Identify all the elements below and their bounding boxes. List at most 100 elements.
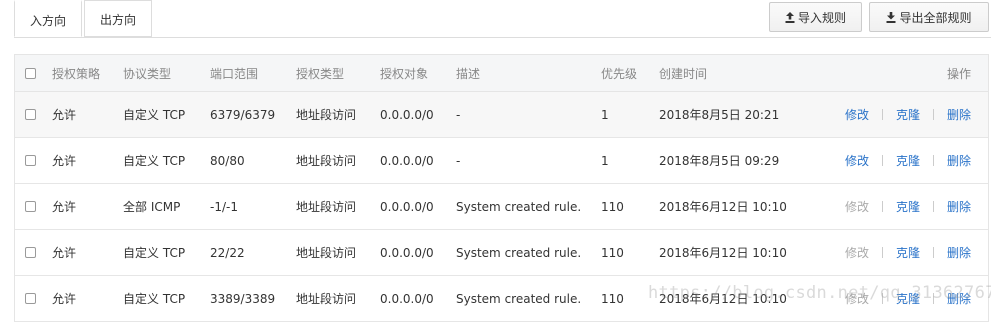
cell-policy: 允许 <box>52 292 77 306</box>
table-row: 允许 自定义 TCP 3389/3389 地址段访问 0.0.0.0/0 Sys… <box>15 276 988 322</box>
row-select-cell <box>25 138 36 183</box>
delete-rule-link[interactable]: 删除 <box>947 106 971 123</box>
cell-created-time: 2018年6月12日 10:10 <box>659 246 787 260</box>
clone-rule-link[interactable]: 克隆 <box>896 106 920 123</box>
cell-protocol: 全部 ICMP <box>123 200 181 214</box>
row-actions: 修改 克隆 删除 <box>845 276 971 321</box>
cell-created-time: 2018年6月12日 10:10 <box>659 200 787 214</box>
table-header: 授权策略 协议类型 端口范围 授权类型 授权对象 描述 优先级 创建时间 操作 <box>15 55 988 92</box>
cell-description: System created rule. <box>456 199 582 214</box>
cell-protocol: 自定义 TCP <box>123 108 186 122</box>
action-divider <box>881 201 883 212</box>
cell-protocol: 自定义 TCP <box>123 292 186 306</box>
cell-policy: 允许 <box>52 154 77 168</box>
cell-auth-target: 0.0.0.0/0 <box>380 291 434 306</box>
cell-priority: 110 <box>601 199 624 214</box>
table-row: 允许 全部 ICMP -1/-1 地址段访问 0.0.0.0/0 System … <box>15 184 988 230</box>
cell-description: System created rule. <box>456 245 582 260</box>
header-protocol: 协议类型 <box>123 66 172 81</box>
import-rules-button[interactable]: 导入规则 <box>769 2 862 32</box>
cell-policy: 允许 <box>52 246 77 260</box>
cell-created-time: 2018年8月5日 09:29 <box>659 154 780 168</box>
cell-priority: 110 <box>601 245 624 260</box>
action-divider <box>932 247 934 258</box>
export-all-rules-button[interactable]: 导出全部规则 <box>869 2 989 32</box>
cell-auth-type: 地址段访问 <box>296 108 357 122</box>
cell-protocol: 自定义 TCP <box>123 154 186 168</box>
cell-port-range: -1/-1 <box>210 199 238 214</box>
cell-auth-type: 地址段访问 <box>296 154 357 168</box>
cell-description: - <box>456 153 461 168</box>
cell-port-range: 22/22 <box>210 245 245 260</box>
header-policy: 授权策略 <box>52 66 101 81</box>
row-select-cell <box>25 92 36 137</box>
import-rules-label: 导入规则 <box>797 10 846 25</box>
row-checkbox[interactable] <box>25 109 36 120</box>
cell-auth-target: 0.0.0.0/0 <box>380 153 434 168</box>
download-icon <box>886 11 896 23</box>
row-checkbox[interactable] <box>25 201 36 212</box>
delete-rule-link[interactable]: 删除 <box>947 290 971 307</box>
cell-auth-type: 地址段访问 <box>296 292 357 306</box>
action-divider <box>932 155 934 166</box>
row-actions: 修改 克隆 删除 <box>845 184 971 229</box>
select-all-cell <box>25 55 36 91</box>
cell-created-time: 2018年6月12日 10:10 <box>659 292 787 306</box>
header-created-time: 创建时间 <box>659 66 708 81</box>
cell-description: - <box>456 107 461 122</box>
cell-priority: 1 <box>601 107 609 122</box>
cell-auth-target: 0.0.0.0/0 <box>380 199 434 214</box>
action-divider <box>881 155 883 166</box>
edit-rule-link[interactable]: 修改 <box>845 152 869 169</box>
row-select-cell <box>25 184 36 229</box>
header-actions: 操作 <box>946 66 971 81</box>
action-divider <box>932 201 934 212</box>
row-checkbox[interactable] <box>25 247 36 258</box>
cell-port-range: 3389/3389 <box>210 291 276 306</box>
delete-rule-link[interactable]: 删除 <box>947 198 971 215</box>
table-row: 允许 自定义 TCP 22/22 地址段访问 0.0.0.0/0 System … <box>15 230 988 276</box>
cell-auth-type: 地址段访问 <box>296 200 357 214</box>
clone-rule-link[interactable]: 克隆 <box>896 244 920 261</box>
tab-inbound[interactable]: 入方向 <box>14 0 82 37</box>
header-auth-type: 授权类型 <box>296 66 345 81</box>
cell-policy: 允许 <box>52 200 77 214</box>
cell-auth-target: 0.0.0.0/0 <box>380 107 434 122</box>
export-all-rules-label: 导出全部规则 <box>899 10 972 25</box>
action-divider <box>881 247 883 258</box>
delete-rule-link[interactable]: 删除 <box>947 244 971 261</box>
cell-auth-target: 0.0.0.0/0 <box>380 245 434 260</box>
row-select-cell <box>25 276 36 321</box>
cell-auth-type: 地址段访问 <box>296 246 357 260</box>
delete-rule-link[interactable]: 删除 <box>947 152 971 169</box>
edit-rule-link: 修改 <box>844 246 869 260</box>
select-all-checkbox[interactable] <box>25 67 36 79</box>
row-checkbox[interactable] <box>25 293 36 304</box>
tab-underline <box>14 37 991 38</box>
cell-port-range: 80/80 <box>210 153 245 168</box>
tab-outbound[interactable]: 出方向 <box>84 0 152 37</box>
cell-policy: 允许 <box>52 108 77 122</box>
cell-description: System created rule. <box>456 291 582 306</box>
upload-icon <box>785 11 795 23</box>
cell-created-time: 2018年8月5日 20:21 <box>659 108 780 122</box>
cell-protocol: 自定义 TCP <box>123 246 186 260</box>
row-select-cell <box>25 230 36 275</box>
row-actions: 修改 克隆 删除 <box>845 92 971 137</box>
table-row: 允许 自定义 TCP 80/80 地址段访问 0.0.0.0/0 - 1 201… <box>15 138 988 184</box>
row-actions: 修改 克隆 删除 <box>845 230 971 275</box>
edit-rule-link: 修改 <box>844 200 869 214</box>
edit-rule-link[interactable]: 修改 <box>845 106 869 123</box>
clone-rule-link[interactable]: 克隆 <box>896 198 920 215</box>
action-divider <box>932 293 934 304</box>
clone-rule-link[interactable]: 克隆 <box>896 152 920 169</box>
row-checkbox[interactable] <box>25 155 36 166</box>
table-row: 允许 自定义 TCP 6379/6379 地址段访问 0.0.0.0/0 - 1… <box>15 92 988 138</box>
cell-priority: 110 <box>601 291 624 306</box>
row-actions: 修改 克隆 删除 <box>845 138 971 183</box>
clone-rule-link[interactable]: 克隆 <box>896 290 920 307</box>
action-divider <box>881 293 883 304</box>
cell-priority: 1 <box>601 153 609 168</box>
security-rules-table: 授权策略 协议类型 端口范围 授权类型 授权对象 描述 优先级 创建时间 操作 … <box>14 54 989 322</box>
header-auth-target: 授权对象 <box>380 66 429 81</box>
